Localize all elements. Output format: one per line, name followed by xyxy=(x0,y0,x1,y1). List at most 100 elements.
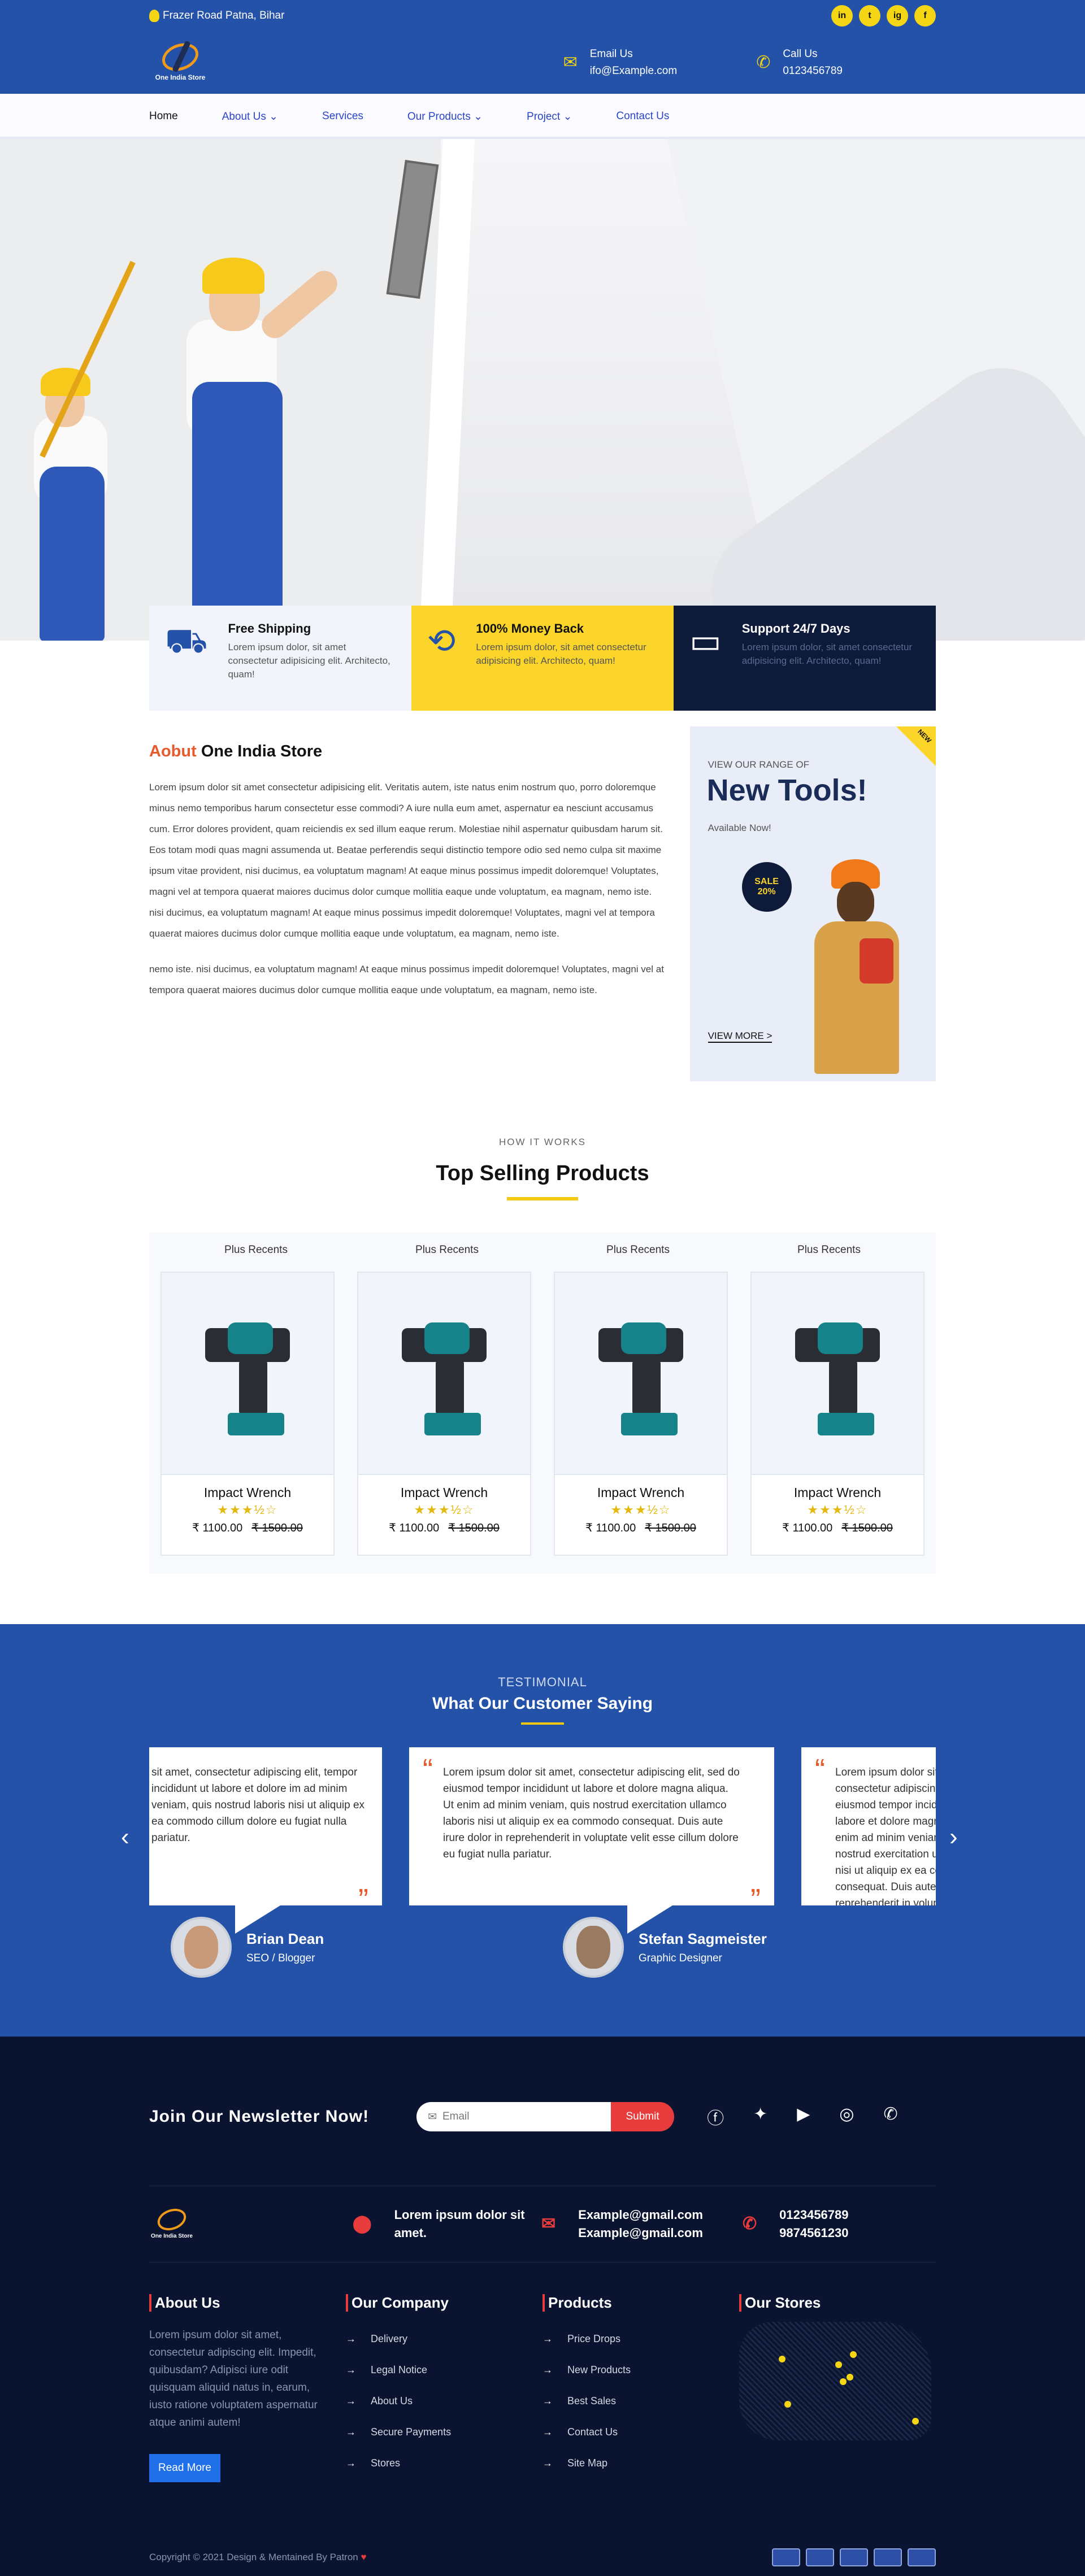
copyright-bar: Copyright © 2021 Design & Mentained By P… xyxy=(149,2548,936,2566)
footer-link[interactable]: Stores xyxy=(346,2457,542,2469)
footer-stores: Our Stores xyxy=(739,2294,936,2488)
tab-plus-recents[interactable]: Plus Recents xyxy=(542,1244,734,1256)
old-price: ₹ 1500.00 xyxy=(448,1522,500,1534)
store-marker-icon xyxy=(840,2378,847,2385)
tab-plus-recents[interactable]: Plus Recents xyxy=(351,1244,542,1256)
old-price: ₹ 1500.00 xyxy=(841,1522,893,1534)
nav-about[interactable]: About Us ⌄ xyxy=(222,110,278,123)
reviewer-role: Graphic Designer xyxy=(639,1952,722,1964)
copyright-label: Copyright © 2021 Design & Mentained By P… xyxy=(149,2552,358,2562)
footer-logo[interactable]: One India Store xyxy=(149,2201,194,2247)
refresh-icon: ⟲ xyxy=(427,622,456,660)
footer-link[interactable]: Price Drops xyxy=(542,2333,739,2345)
footer-email-2[interactable]: Example@gmail.com xyxy=(578,2224,703,2242)
product-card[interactable]: Impact Wrench ★★★½☆ ₹ 1100.00 ₹ 1500.00 xyxy=(554,1272,728,1556)
product-card[interactable]: Impact Wrench ★★★½☆ ₹ 1100.00 ₹ 1500.00 xyxy=(160,1272,335,1556)
footer-link[interactable]: New Products xyxy=(542,2364,739,2376)
phone-contact[interactable]: ✆ Call Us 0123456789 xyxy=(756,46,843,80)
facebook-icon[interactable]: ⓕ xyxy=(707,2104,724,2129)
youtube-icon[interactable]: ▶ xyxy=(797,2104,810,2129)
logo-text: One India Store xyxy=(151,2233,193,2239)
footer-phone: ✆ 0123456789 9874561230 xyxy=(743,2206,849,2242)
nav-home[interactable]: Home xyxy=(149,110,178,123)
footer-products: Products Price Drops New Products Best S… xyxy=(542,2294,739,2488)
payment-methods xyxy=(772,2548,936,2566)
product-image xyxy=(358,1273,530,1475)
twitter-icon[interactable]: ✦ xyxy=(753,2104,767,2129)
features-strip: ⛟ Free Shipping Lorem ipsum dolor, sit am… xyxy=(149,606,936,711)
instagram-icon[interactable]: ◎ xyxy=(839,2104,854,2129)
next-arrow-icon[interactable]: › xyxy=(949,1823,958,1851)
sale-label: SALE xyxy=(754,877,779,886)
heart-icon: ♥ xyxy=(361,2552,367,2562)
avatar-face xyxy=(184,1926,218,1969)
testimonial-label: TESTIMONIAL xyxy=(498,1675,587,1689)
about-title-highlight: Aobut xyxy=(149,742,197,760)
star-rating: ★★★½☆ xyxy=(610,1503,671,1517)
view-more-link[interactable]: VIEW MORE > xyxy=(708,1030,772,1043)
mail-icon: ✉ xyxy=(541,2214,556,2233)
products-panel: Plus Recents Plus Recents Plus Recents P… xyxy=(149,1232,936,1573)
read-more-button[interactable]: Read More xyxy=(149,2454,220,2482)
world-map xyxy=(739,2322,931,2440)
section-title: Top Selling Products xyxy=(436,1161,649,1185)
product-card[interactable]: Impact Wrench ★★★½☆ ₹ 1100.00 ₹ 1500.00 xyxy=(750,1272,925,1556)
payment-card-icon xyxy=(840,2548,868,2566)
about-paragraph: nemo iste. nisi ducimus, ea voluptatum m… xyxy=(149,964,664,995)
drill-handle xyxy=(632,1359,661,1416)
product-name: Impact Wrench xyxy=(793,1485,882,1500)
footer-email-1[interactable]: Example@gmail.com xyxy=(578,2206,703,2224)
footer-link[interactable]: Delivery xyxy=(346,2333,542,2345)
nav-services[interactable]: Services xyxy=(322,110,363,123)
about-text: Aobut One India Store Lorem ipsum dolor … xyxy=(149,726,666,1081)
product-name: Impact Wrench xyxy=(597,1485,685,1500)
footer-link[interactable]: Best Sales xyxy=(542,2395,739,2407)
promo-banner[interactable]: NEW VIEW OUR RANGE OF New Tools! Availab… xyxy=(689,726,936,1081)
email-label: Email Us xyxy=(589,48,633,60)
facebook-icon[interactable]: f xyxy=(914,5,936,27)
payment-card-icon xyxy=(874,2548,902,2566)
footer-link[interactable]: Secure Payments xyxy=(346,2426,542,2438)
linkedin-icon[interactable]: in xyxy=(831,5,853,27)
product-name: Impact Wrench xyxy=(400,1485,488,1500)
tab-plus-recents[interactable]: Plus Recents xyxy=(734,1244,925,1256)
footer-link[interactable]: Legal Notice xyxy=(346,2364,542,2376)
newsletter-email-input[interactable]: ✉ Email xyxy=(416,2102,611,2131)
product-image xyxy=(555,1273,727,1475)
worker-illustration-back xyxy=(11,354,136,641)
nav-contact[interactable]: Contact Us xyxy=(616,110,669,123)
nav-products[interactable]: Our Products ⌄ xyxy=(407,110,483,123)
footer-link[interactable]: About Us xyxy=(346,2395,542,2407)
location-pin-icon: ⬤ xyxy=(353,2214,372,2233)
newsletter: Join Our Newsletter Now! ✉ Email Submit ⓕ… xyxy=(149,2102,936,2131)
header-contacts: ✉ Email Us ifo@Example.com ✆ Call Us 01234… xyxy=(563,46,843,80)
submit-button[interactable]: Submit xyxy=(611,2102,675,2131)
trowel-icon xyxy=(386,159,439,299)
email-contact[interactable]: ✉ Email Us ifo@Example.com xyxy=(563,46,678,80)
address-text: Lorem ipsum dolor sit amet. xyxy=(394,2208,525,2240)
star-rating: ★★★½☆ xyxy=(217,1503,278,1517)
footer-phone-1[interactable]: 0123456789 xyxy=(779,2206,848,2224)
footer-stores-title: Our Stores xyxy=(739,2294,936,2312)
footer-company: Our Company Delivery Legal Notice About … xyxy=(346,2294,542,2488)
whatsapp-icon[interactable]: ✆ xyxy=(883,2104,897,2129)
reviewer: Stefan Sagmeister Graphic Designer xyxy=(563,1917,767,1978)
nav-project[interactable]: Project ⌄ xyxy=(527,110,572,123)
testimonial-card-center: “ Lorem ipsum dolor sit amet, consectetu… xyxy=(409,1747,774,1915)
footer-social: ⓕ ✦ ▶ ◎ ✆ xyxy=(707,2104,898,2129)
footer-link[interactable]: Contact Us xyxy=(542,2426,739,2438)
prev-arrow-icon[interactable]: ‹ xyxy=(121,1823,129,1851)
product-name: Impact Wrench xyxy=(203,1485,292,1500)
instagram-icon[interactable]: ig xyxy=(887,5,908,27)
footer-phone-2[interactable]: 9874561230 xyxy=(779,2224,848,2242)
twitter-icon[interactable]: t xyxy=(859,5,880,27)
location-text: Frazer Road Patna, Bihar xyxy=(163,10,285,21)
footer-link[interactable]: Site Map xyxy=(542,2457,739,2469)
star-rating: ★★★½☆ xyxy=(414,1503,475,1517)
logo[interactable]: One India Store xyxy=(149,34,211,91)
feature-title: Support 24/7 Days xyxy=(741,621,850,636)
feature-support: ▭ Support 24/7 Days Lorem ipsum dolor, si… xyxy=(674,606,936,711)
tab-plus-recents[interactable]: Plus Recents xyxy=(160,1244,351,1256)
product-card[interactable]: Impact Wrench ★★★½☆ ₹ 1100.00 ₹ 1500.00 xyxy=(357,1272,531,1556)
sale-badge: SALE 20% xyxy=(741,862,792,912)
